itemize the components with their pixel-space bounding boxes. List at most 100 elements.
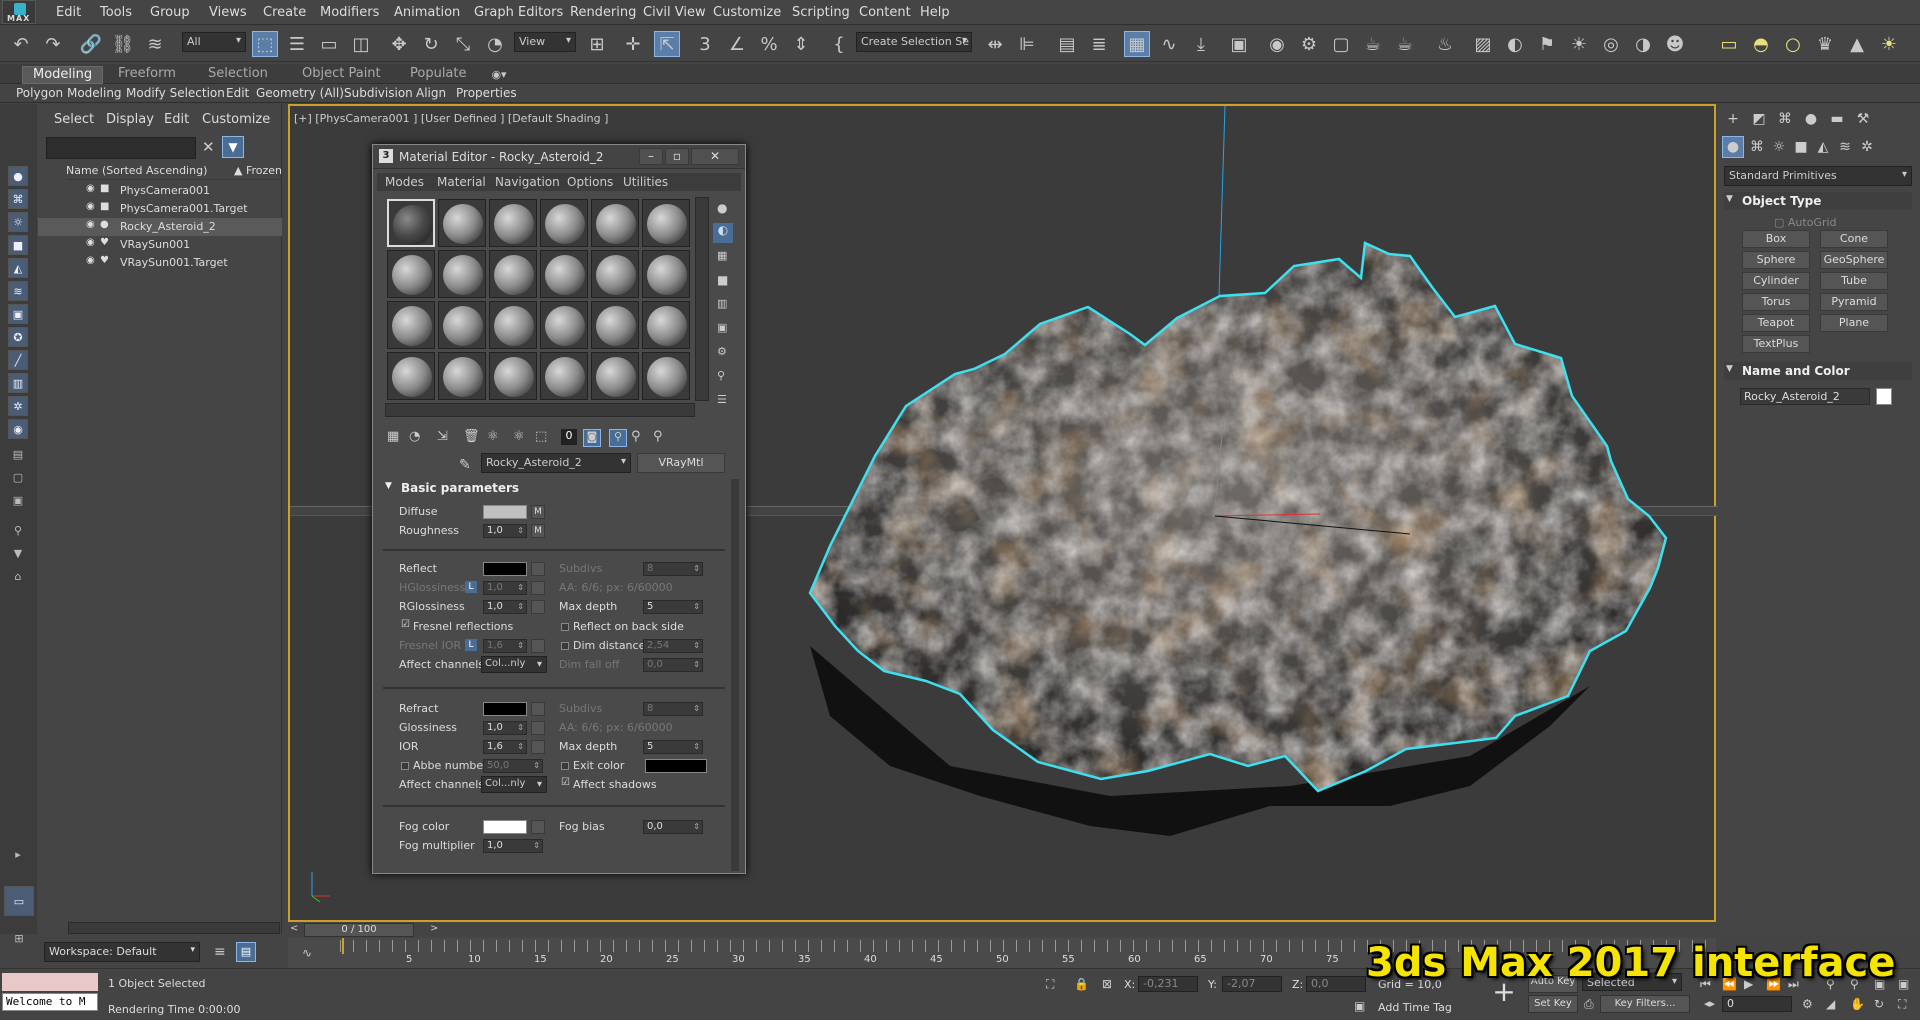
window-crossing-icon[interactable]: ◫ bbox=[348, 31, 374, 57]
fresnel-ior-map-button[interactable] bbox=[531, 639, 545, 653]
display-lights-icon[interactable]: ☼ bbox=[8, 212, 28, 232]
column-frozen-header[interactable]: ▲ Frozen bbox=[234, 164, 282, 177]
sample-slot[interactable] bbox=[438, 250, 486, 298]
display-groups-icon[interactable]: ▣ bbox=[8, 304, 28, 324]
sample-slot[interactable] bbox=[642, 250, 690, 298]
display-shapes-icon[interactable]: ⌘ bbox=[8, 189, 28, 209]
panel-properties[interactable]: Properties bbox=[456, 86, 517, 100]
clear-search-icon[interactable]: ✕ bbox=[202, 138, 215, 156]
render-setup-icon[interactable]: ⚙ bbox=[1296, 31, 1322, 57]
percent-snap-icon[interactable]: % bbox=[756, 31, 782, 57]
rollout-object-type[interactable]: Object Type bbox=[1724, 192, 1912, 210]
refract-channels-dropdown[interactable]: Col...nly bbox=[481, 776, 547, 793]
render-production-icon[interactable]: ☕ bbox=[1360, 31, 1386, 57]
display-geometry-icon[interactable]: ● bbox=[8, 166, 28, 186]
menu-options[interactable]: Options bbox=[567, 175, 613, 189]
sample-slot[interactable] bbox=[387, 352, 435, 400]
expand-arrow-icon[interactable]: ▸ bbox=[8, 844, 28, 864]
visibility-icon[interactable]: ◉ bbox=[86, 201, 95, 212]
make-preview-icon[interactable]: ▣ bbox=[717, 321, 727, 334]
display-hidden-icon[interactable]: ◉ bbox=[8, 419, 28, 439]
backlight-icon[interactable]: ◐ bbox=[713, 223, 733, 243]
menu-edit[interactable]: Edit bbox=[56, 5, 81, 20]
layers-icon[interactable]: ≡ bbox=[214, 944, 226, 960]
eyedropper-icon[interactable]: ✎ bbox=[459, 457, 471, 473]
refract-color-swatch[interactable] bbox=[483, 702, 527, 716]
ribbon-toggle-icon[interactable]: ▦ bbox=[1124, 31, 1150, 57]
visibility-icon[interactable]: ◉ bbox=[86, 183, 95, 194]
refract-subdivs-spinner[interactable]: 8 bbox=[643, 702, 703, 716]
hglossiness-spinner[interactable]: 1,0 bbox=[483, 581, 527, 595]
video-color-check-icon[interactable]: ▥ bbox=[717, 297, 727, 310]
exit-color-swatch[interactable] bbox=[645, 759, 707, 773]
field-of-view-icon[interactable]: ◢ bbox=[1826, 997, 1835, 1011]
y-coordinate-field[interactable]: -2,07 bbox=[1222, 976, 1282, 992]
exit-color-checkbox[interactable] bbox=[561, 762, 569, 770]
sample-slot[interactable] bbox=[540, 250, 588, 298]
redo-icon[interactable]: ↷ bbox=[40, 31, 66, 57]
selection-filter-dropdown[interactable]: All bbox=[182, 32, 246, 52]
select-by-name-icon[interactable]: ☰ bbox=[284, 31, 310, 57]
time-tag-icon[interactable]: ▣ bbox=[1354, 999, 1365, 1013]
menu-graph-editors[interactable]: Graph Editors bbox=[474, 5, 563, 20]
set-key-button[interactable]: Set Key bbox=[1528, 995, 1578, 1013]
time-config-icon[interactable]: ⚙ bbox=[1802, 997, 1813, 1011]
object-color-swatch[interactable] bbox=[1876, 388, 1892, 405]
viewport-layout-icon[interactable]: ▭ bbox=[4, 886, 34, 916]
move-icon[interactable]: ✥ bbox=[386, 31, 412, 57]
next-frame-icon[interactable]: > bbox=[430, 923, 438, 934]
vray-frame-buffer-icon[interactable]: ▨ bbox=[1470, 31, 1496, 57]
diffuse-color-swatch[interactable] bbox=[483, 505, 527, 519]
maxscript-listener[interactable]: Welcome to M bbox=[2, 993, 98, 1011]
rgloss-map-button[interactable] bbox=[531, 600, 545, 614]
list-item[interactable]: ◉ ♥ VRaySun001.Target bbox=[38, 254, 282, 272]
assign-material-icon[interactable]: ⇲ bbox=[437, 429, 448, 444]
cone-button[interactable]: Cone bbox=[1820, 230, 1888, 248]
vray-settings-icon[interactable]: ⚑ bbox=[1534, 31, 1560, 57]
display-invert-icon[interactable]: ▣ bbox=[8, 490, 28, 510]
reflect-back-checkbox[interactable] bbox=[561, 623, 569, 631]
menu-group[interactable]: Group bbox=[150, 5, 190, 20]
display-containers-icon[interactable]: ▥ bbox=[8, 373, 28, 393]
show-in-viewport-icon[interactable]: ◙ bbox=[583, 429, 601, 447]
sample-slot[interactable] bbox=[591, 301, 639, 349]
panel-modify-selection[interactable]: Modify Selection bbox=[126, 86, 225, 100]
modify-tab-icon[interactable]: ◩ bbox=[1748, 108, 1770, 130]
display-tab-icon[interactable]: ▬ bbox=[1826, 108, 1848, 130]
menu-rendering[interactable]: Rendering bbox=[570, 5, 636, 20]
roughness-spinner[interactable]: 1,0 bbox=[483, 524, 527, 538]
helpers-category-icon[interactable]: ◭ bbox=[1812, 136, 1834, 158]
sample-slot[interactable] bbox=[438, 352, 486, 400]
sample-slot[interactable] bbox=[540, 301, 588, 349]
prev-frame-icon[interactable]: < bbox=[290, 923, 298, 934]
autogrid-checkbox[interactable]: ▢ AutoGrid bbox=[1774, 216, 1837, 229]
vray-light-icon[interactable]: ☀ bbox=[1566, 31, 1592, 57]
sample-uv-icon[interactable]: ■ bbox=[717, 273, 728, 287]
menu-material[interactable]: Material bbox=[437, 175, 486, 189]
explorer-menu-select[interactable]: Select bbox=[54, 112, 94, 127]
mirror-icon[interactable]: ⇹ bbox=[982, 31, 1008, 57]
fresnel-ior-lock-button[interactable]: L bbox=[465, 639, 477, 651]
schematic-view-icon[interactable]: ▣ bbox=[1226, 31, 1252, 57]
sample-slot[interactable] bbox=[642, 352, 690, 400]
list-item[interactable]: ◉ ■ PhysCamera001 bbox=[38, 182, 282, 200]
create-tab-icon[interactable]: + bbox=[1722, 108, 1744, 130]
zoom-extents-all-icon[interactable]: ▣ bbox=[1898, 977, 1909, 991]
time-slider-thumb[interactable]: 0 / 100 bbox=[304, 923, 414, 937]
menu-tools[interactable]: Tools bbox=[100, 5, 132, 20]
affect-shadows-checkbox[interactable]: ☑ bbox=[561, 777, 570, 788]
maximize-viewport-icon[interactable]: ⛶ bbox=[1898, 997, 1906, 1012]
fresnel-checkbox[interactable]: ☑ bbox=[401, 619, 410, 630]
layer-explorer-icon[interactable]: ≣ bbox=[1086, 31, 1112, 57]
keyboard-shortcut-icon[interactable]: ⇱ bbox=[654, 31, 680, 57]
material-id-icon[interactable]: 0 bbox=[561, 429, 577, 445]
material-type-button[interactable]: VRayMtl bbox=[637, 453, 725, 473]
display-none-icon[interactable]: ▢ bbox=[8, 467, 28, 487]
sample-slot[interactable] bbox=[387, 301, 435, 349]
rglossiness-spinner[interactable]: 1,0 bbox=[483, 600, 527, 614]
sample-type-icon[interactable]: ● bbox=[717, 201, 727, 215]
display-spacewarps-icon[interactable]: ≋ bbox=[8, 281, 28, 301]
sample-slot[interactable] bbox=[438, 301, 486, 349]
reflect-subdivs-spinner[interactable]: 8 bbox=[643, 562, 703, 576]
slots-vertical-scrollbar[interactable] bbox=[695, 197, 709, 401]
